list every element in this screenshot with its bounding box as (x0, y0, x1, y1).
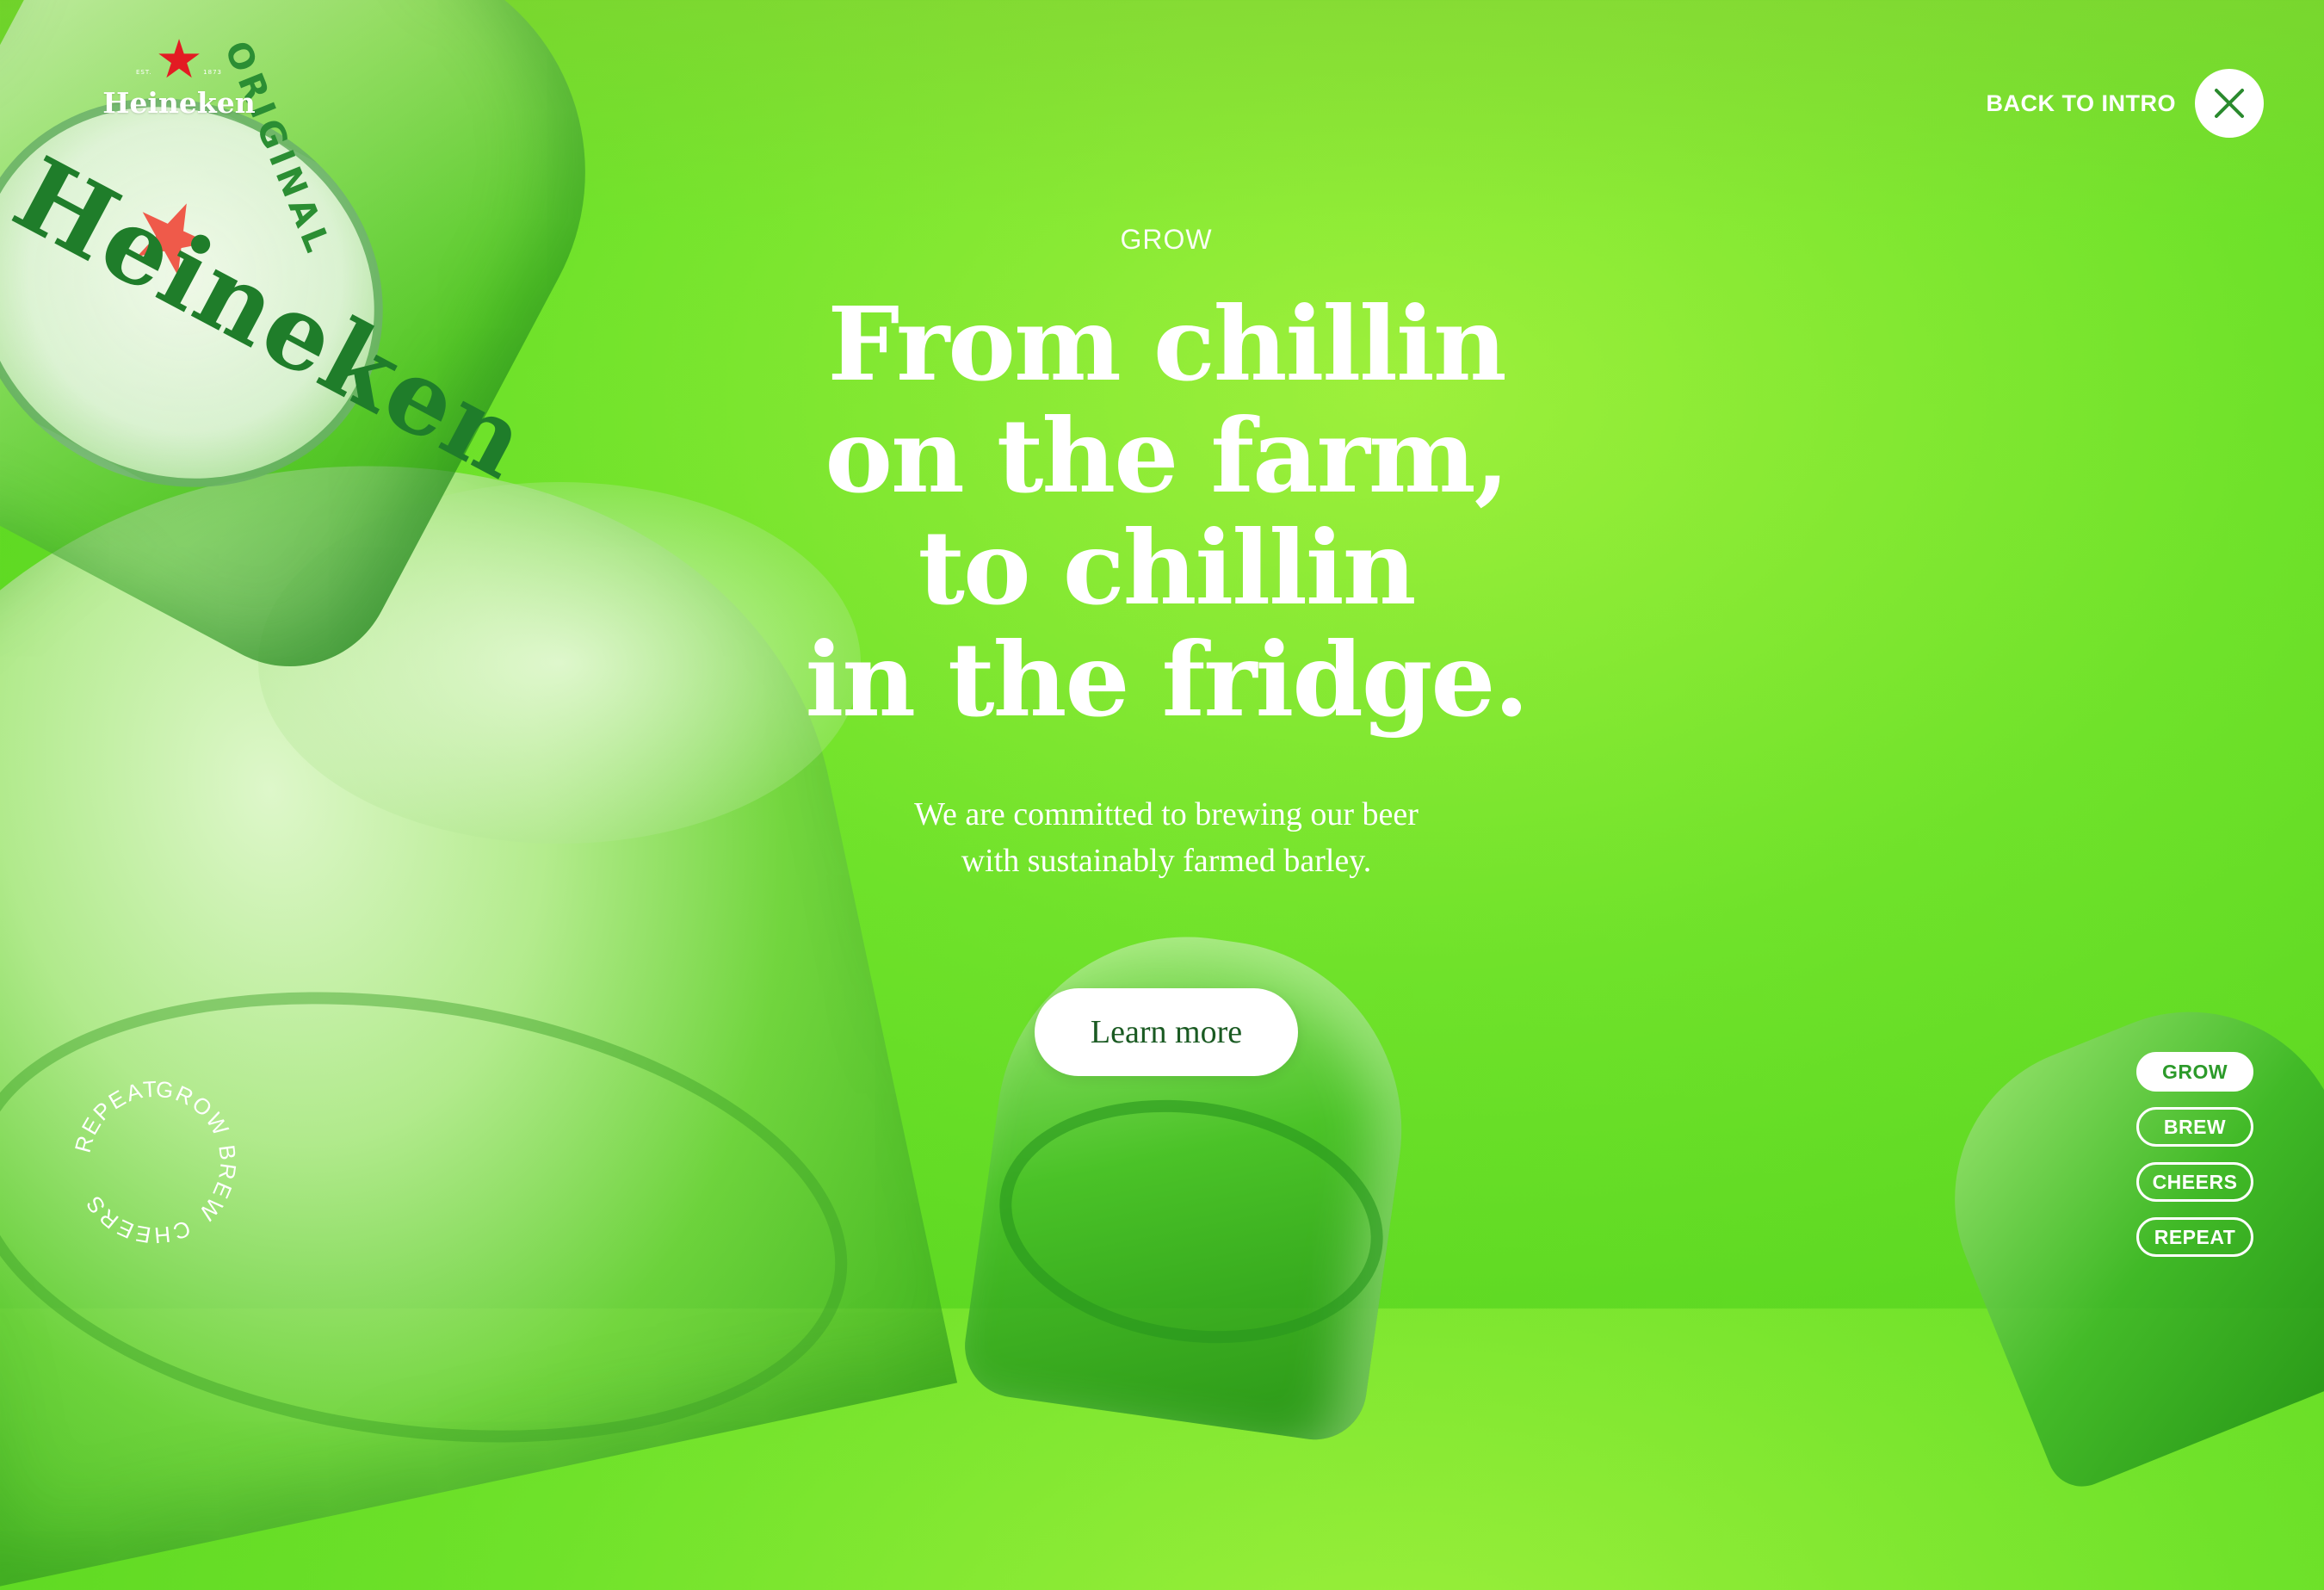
hero-subtext: We are committed to brewing our beer wit… (736, 791, 1597, 884)
cycle-word-cheers: CHEERS (80, 1190, 193, 1248)
step-repeat[interactable]: REPEAT (2136, 1217, 2253, 1257)
bottle-right-image (1907, 965, 2324, 1497)
headline-line: From chillin (827, 284, 1506, 404)
close-icon (2215, 89, 2244, 118)
cycle-word-grow: GROW (154, 1075, 233, 1141)
svg-text:GROW: GROW (154, 1075, 235, 1141)
headline-line: on the farm, (825, 396, 1509, 516)
learn-more-button[interactable]: Learn more (1035, 988, 1298, 1076)
headline: From chillin on the farm, to chillin in … (736, 288, 1597, 736)
logo-est: EST. 1873 (102, 69, 257, 76)
logo-wordmark: Heineken (102, 86, 256, 120)
svg-text:CHEERS: CHEERS (80, 1190, 195, 1248)
brand-logo[interactable]: ★ EST. 1873 Heineken (102, 33, 257, 119)
cycle-word-brew: BREW (194, 1143, 240, 1227)
logo-est-year: 1873 (203, 69, 222, 76)
back-to-intro-label[interactable]: BACK TO INTRO (1987, 90, 2177, 117)
close-button[interactable] (2195, 69, 2264, 138)
step-grow[interactable]: GROW (2136, 1052, 2253, 1092)
headline-line: in the fridge. (805, 620, 1529, 739)
step-navigation: GROW BREW CHEERS REPEAT (2136, 1052, 2253, 1257)
svg-text:BREW: BREW (194, 1143, 242, 1227)
svg-text:REPEAT: REPEAT (70, 1076, 159, 1155)
logo-est-label: EST. (136, 69, 152, 76)
hero-section: GROW From chillin on the farm, to chilli… (736, 224, 1597, 884)
star-icon: ★ (155, 28, 203, 90)
cycle-ring: GROW BREW CHEERS REPEAT (70, 1075, 242, 1248)
step-brew[interactable]: BREW (2136, 1107, 2253, 1147)
subtext-line: We are committed to brewing our beer (914, 796, 1419, 832)
cycle-word-repeat: REPEAT (70, 1076, 158, 1155)
headline-line: to chillin (918, 508, 1416, 628)
subtext-line: with sustainably farmed barley. (961, 843, 1372, 879)
grow-brew-cheers-repeat-badge: GROW BREW CHEERS REPEAT (52, 1059, 258, 1265)
section-eyebrow: GROW (1120, 224, 1213, 255)
step-cheers[interactable]: CHEERS (2136, 1162, 2253, 1202)
back-to-intro[interactable]: BACK TO INTRO (1987, 69, 2264, 138)
